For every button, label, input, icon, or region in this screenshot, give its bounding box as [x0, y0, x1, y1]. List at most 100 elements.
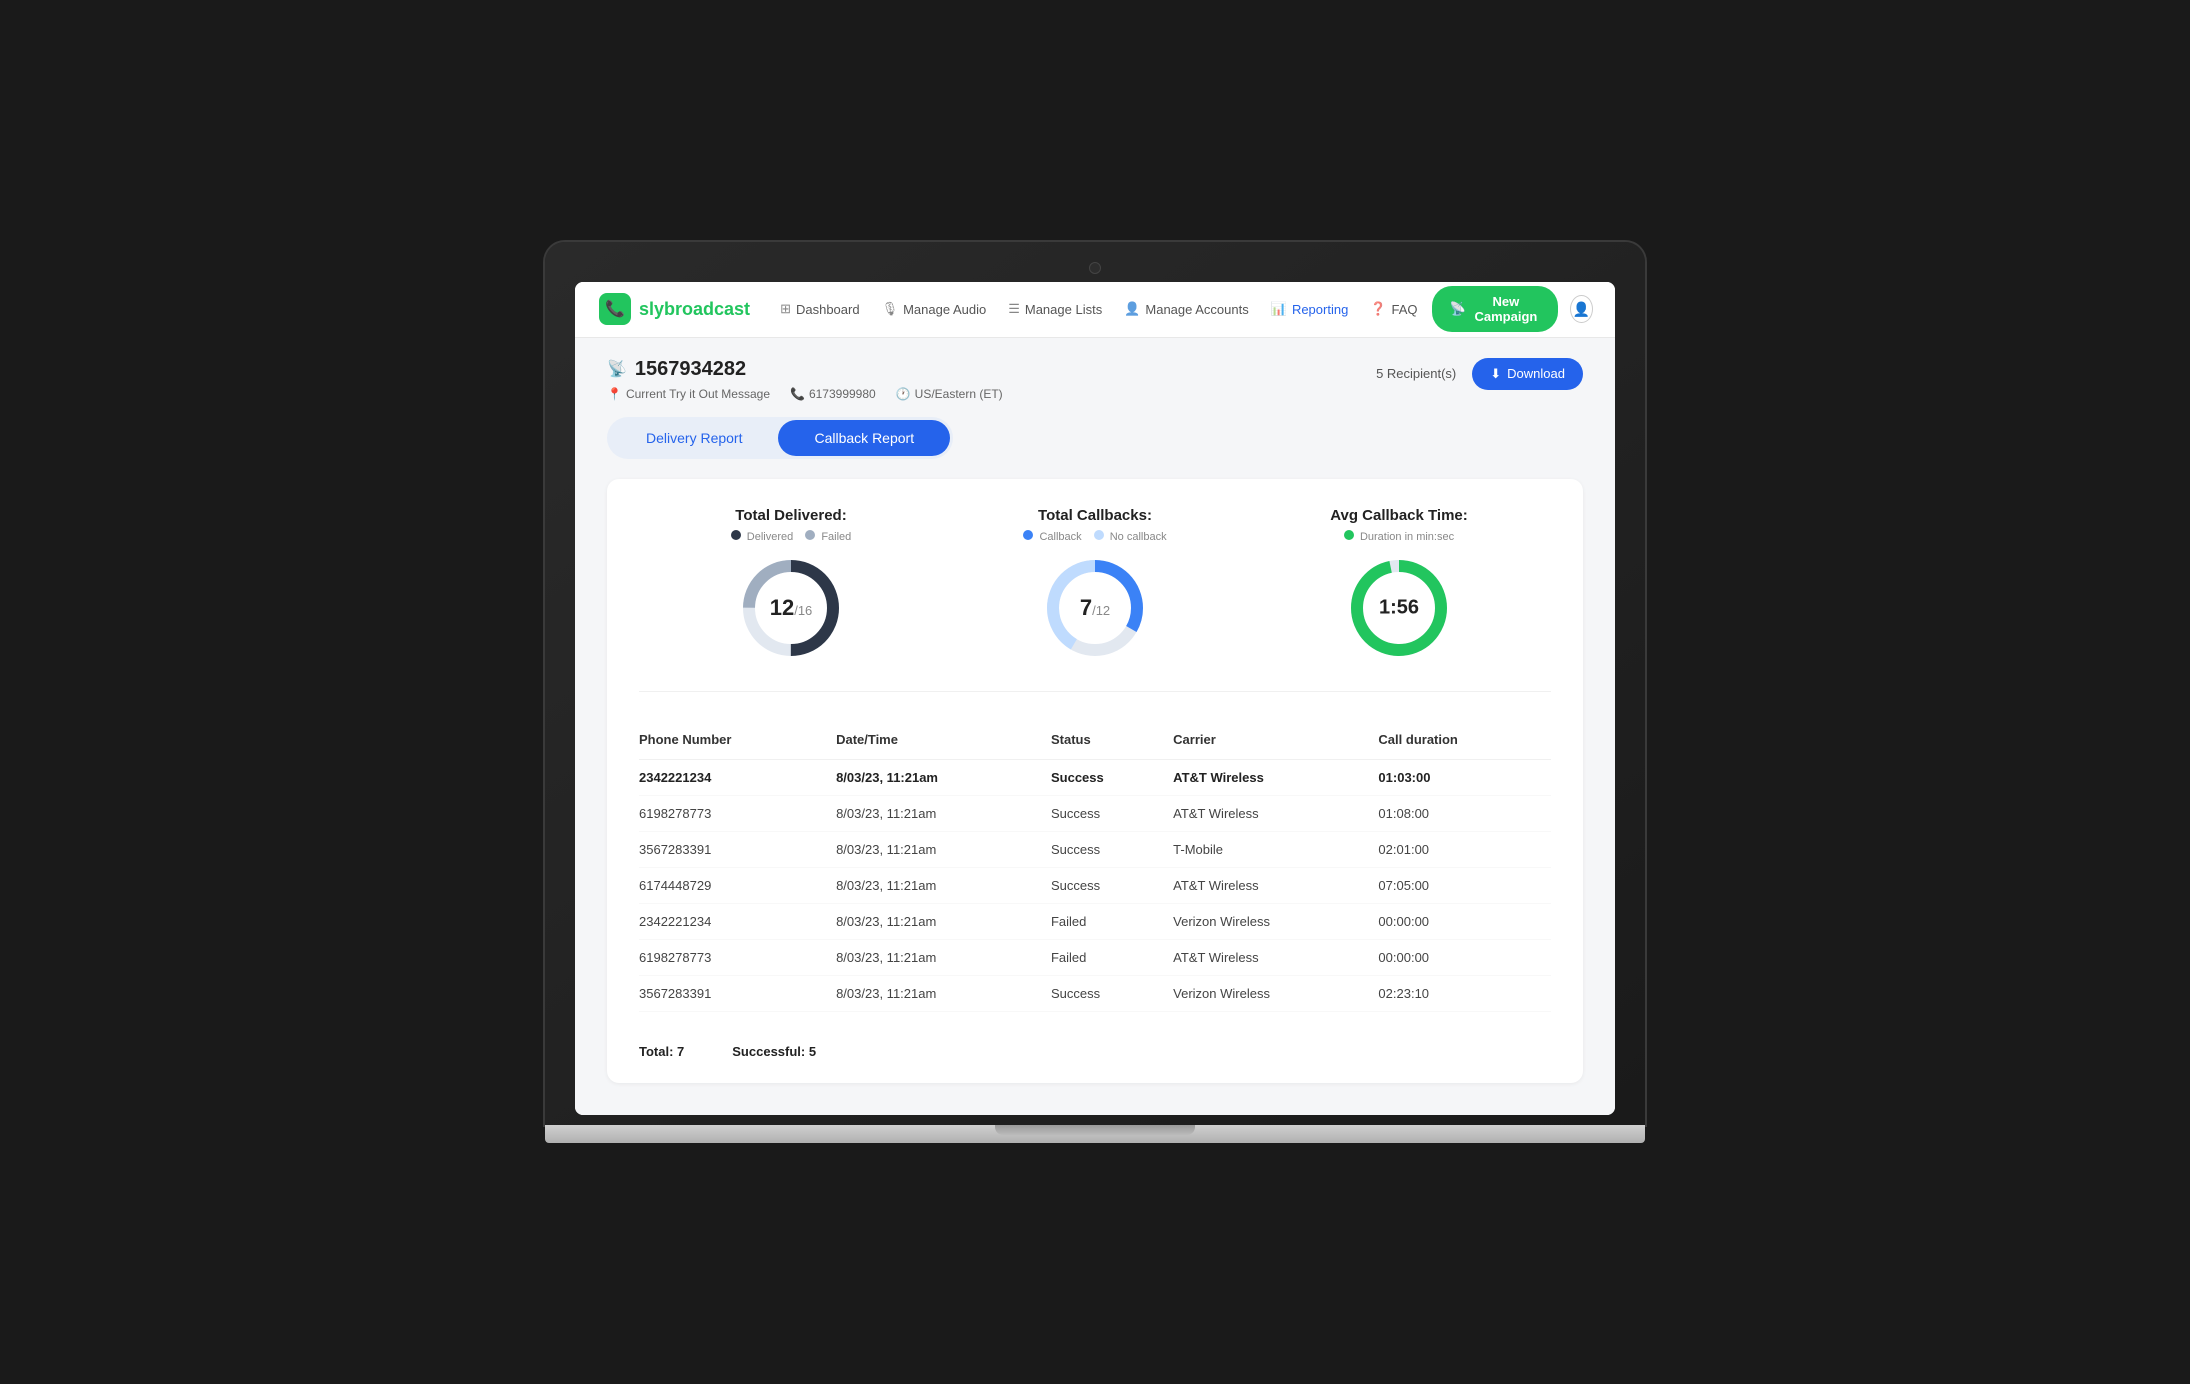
- col-status: Status: [1051, 724, 1173, 760]
- footer-successful: Successful: 5: [732, 1044, 816, 1059]
- delivered-dot: [731, 530, 741, 540]
- nav-item-reporting[interactable]: 📊 Reporting: [1261, 295, 1359, 323]
- no-callback-dot: [1094, 530, 1104, 540]
- nav-item-label: Manage Accounts: [1145, 302, 1248, 317]
- table-row: 6174448729 8/03/23, 11:21am Success AT&T…: [639, 867, 1551, 903]
- cell-duration: 01:08:00: [1378, 795, 1551, 831]
- cell-carrier: Verizon Wireless: [1173, 975, 1378, 1011]
- pin-icon: 📍: [607, 387, 622, 401]
- new-campaign-button[interactable]: 📡 New Campaign: [1432, 286, 1559, 332]
- col-duration: Call duration: [1378, 724, 1551, 760]
- cell-duration: 02:23:10: [1378, 975, 1551, 1011]
- message-label: 📍 Current Try it Out Message: [607, 387, 770, 401]
- tab-callback[interactable]: Callback Report: [778, 420, 950, 456]
- download-button[interactable]: ⬇ Download: [1472, 358, 1583, 390]
- cell-phone: 6198278773: [639, 795, 836, 831]
- laptop-base: [545, 1125, 1645, 1143]
- nav-item-dashboard[interactable]: ⊞ Dashboard: [770, 295, 870, 323]
- legend-no-callback: No callback: [1094, 530, 1167, 543]
- nav-item-manage-accounts[interactable]: 👤 Manage Accounts: [1114, 295, 1259, 323]
- new-campaign-label: New Campaign: [1472, 294, 1540, 324]
- campaign-id-number: 1567934282: [635, 358, 746, 381]
- cell-status: Success: [1051, 867, 1173, 903]
- cell-datetime: 8/03/23, 11:21am: [836, 795, 1051, 831]
- laptop-frame: 📞 slybroadcast ⊞ Dashboard 🎙 Manage Audi…: [545, 242, 1645, 1143]
- dashboard-icon: ⊞: [780, 301, 791, 317]
- failed-dot: [805, 530, 815, 540]
- duration-dot: [1344, 530, 1354, 540]
- avg-time-value: 1:56: [1379, 596, 1419, 619]
- table-row: 6198278773 8/03/23, 11:21am Success AT&T…: [639, 795, 1551, 831]
- cell-duration: 02:01:00: [1378, 831, 1551, 867]
- delivered-legend: Delivered Failed: [639, 530, 943, 543]
- legend-failed: Failed: [805, 530, 851, 543]
- table-header-row: Phone Number Date/Time Status Carrier Ca…: [639, 724, 1551, 760]
- laptop-screen: 📞 slybroadcast ⊞ Dashboard 🎙 Manage Audi…: [575, 282, 1615, 1115]
- nav-right: 📡 New Campaign 👤: [1432, 286, 1593, 332]
- cell-datetime: 8/03/23, 11:21am: [836, 867, 1051, 903]
- nav-item-label: Manage Audio: [903, 302, 986, 317]
- faq-icon: ❓: [1370, 301, 1386, 317]
- data-table: Phone Number Date/Time Status Carrier Ca…: [639, 724, 1551, 1012]
- accounts-icon: 👤: [1124, 301, 1140, 317]
- logo[interactable]: 📞 slybroadcast: [599, 293, 750, 325]
- cell-carrier: AT&T Wireless: [1173, 867, 1378, 903]
- cell-datetime: 8/03/23, 11:21am: [836, 975, 1051, 1011]
- callbacks-value: 7/12: [1080, 595, 1110, 621]
- cell-datetime: 8/03/23, 11:21am: [836, 831, 1051, 867]
- report-card: Total Delivered: Delivered Failed: [607, 479, 1583, 1083]
- download-label: Download: [1507, 366, 1565, 381]
- col-datetime: Date/Time: [836, 724, 1051, 760]
- nav-item-faq[interactable]: ❓ FAQ: [1360, 295, 1427, 323]
- cell-carrier: T-Mobile: [1173, 831, 1378, 867]
- page-header: 📡 1567934282 📍 Current Try it Out Messag…: [607, 358, 1583, 401]
- cell-phone: 3567283391: [639, 831, 836, 867]
- nav-item-label: FAQ: [1392, 302, 1418, 317]
- table-row: 3567283391 8/03/23, 11:21am Success Veri…: [639, 975, 1551, 1011]
- cell-carrier: AT&T Wireless: [1173, 759, 1378, 795]
- cell-status: Success: [1051, 831, 1173, 867]
- header-left: 📡 1567934282 📍 Current Try it Out Messag…: [607, 358, 1003, 401]
- nav-item-label: Reporting: [1292, 302, 1348, 317]
- table-row: 6198278773 8/03/23, 11:21am Failed AT&T …: [639, 939, 1551, 975]
- chart-callbacks: Total Callbacks: Callback No callback: [943, 507, 1247, 663]
- campaign-meta: 📍 Current Try it Out Message 📞 617399998…: [607, 387, 1003, 401]
- cell-carrier: AT&T Wireless: [1173, 795, 1378, 831]
- avg-time-donut: 1:56: [1344, 553, 1454, 663]
- user-avatar[interactable]: 👤: [1570, 295, 1592, 323]
- delivered-title: Total Delivered:: [639, 507, 943, 524]
- table-row: 2342221234 8/03/23, 11:21am Success AT&T…: [639, 759, 1551, 795]
- timezone-meta: 🕐 US/Eastern (ET): [896, 387, 1003, 401]
- avg-time-title: Avg Callback Time:: [1247, 507, 1551, 524]
- header-right: 5 Recipient(s) ⬇ Download: [1376, 358, 1583, 390]
- table-body: 2342221234 8/03/23, 11:21am Success AT&T…: [639, 759, 1551, 1011]
- broadcast-icon: 📡: [607, 359, 627, 379]
- download-icon: ⬇: [1490, 366, 1501, 382]
- nav-item-manage-lists[interactable]: ☰ Manage Lists: [998, 295, 1112, 323]
- phone-meta: 📞 6173999980: [790, 387, 876, 401]
- main-content: 📡 1567934282 📍 Current Try it Out Messag…: [575, 338, 1615, 1115]
- nav-items: ⊞ Dashboard 🎙 Manage Audio ☰ Manage List…: [770, 295, 1427, 323]
- cell-status: Success: [1051, 975, 1173, 1011]
- recipients-count: 5 Recipient(s): [1376, 366, 1456, 381]
- callbacks-title: Total Callbacks:: [943, 507, 1247, 524]
- callback-dot: [1023, 530, 1033, 540]
- tabs-container: Delivery Report Callback Report: [607, 417, 953, 459]
- lists-icon: ☰: [1008, 301, 1020, 317]
- cell-duration: 00:00:00: [1378, 939, 1551, 975]
- cell-carrier: AT&T Wireless: [1173, 939, 1378, 975]
- cell-datetime: 8/03/23, 11:21am: [836, 939, 1051, 975]
- nav-item-manage-audio[interactable]: 🎙 Manage Audio: [872, 295, 997, 323]
- col-carrier: Carrier: [1173, 724, 1378, 760]
- campaign-id: 📡 1567934282: [607, 358, 1003, 381]
- camera: [1089, 262, 1101, 274]
- table-row: 3567283391 8/03/23, 11:21am Success T-Mo…: [639, 831, 1551, 867]
- cell-phone: 6174448729: [639, 867, 836, 903]
- tab-delivery[interactable]: Delivery Report: [610, 420, 778, 456]
- chart-delivered: Total Delivered: Delivered Failed: [639, 507, 943, 663]
- cell-datetime: 8/03/23, 11:21am: [836, 903, 1051, 939]
- table-footer: Total: 7 Successful: 5: [639, 1032, 1551, 1059]
- cell-status: Failed: [1051, 939, 1173, 975]
- screen-bezel: 📞 slybroadcast ⊞ Dashboard 🎙 Manage Audi…: [545, 242, 1645, 1125]
- cell-phone: 2342221234: [639, 759, 836, 795]
